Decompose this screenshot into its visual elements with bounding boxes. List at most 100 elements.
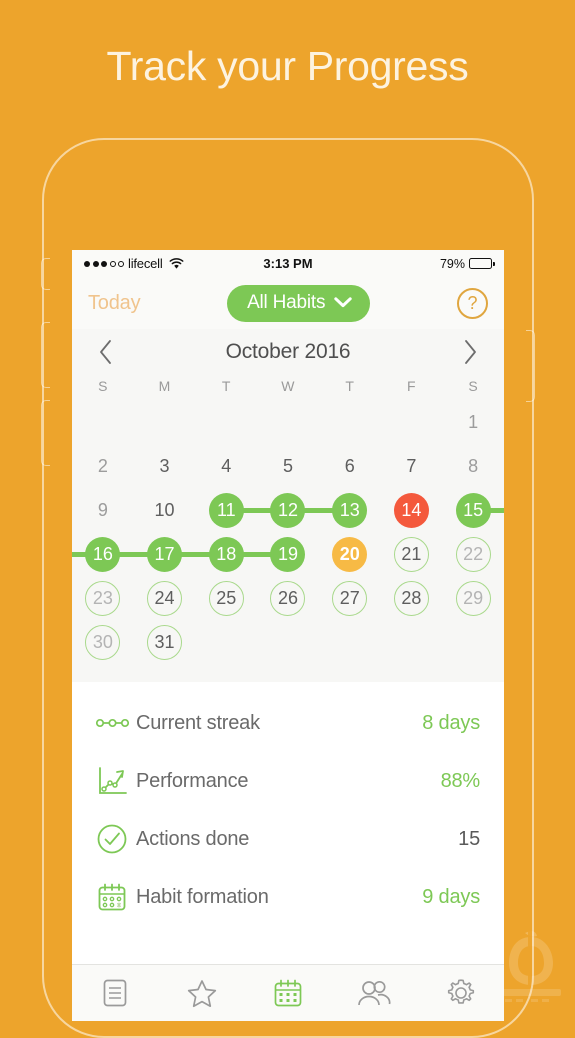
stat-label: Actions done bbox=[136, 827, 250, 850]
next-month-button[interactable] bbox=[462, 339, 478, 365]
calendar-day-cell[interactable]: 22 bbox=[442, 532, 504, 576]
stats-list: Current streak 8 days Performance 88% Ac… bbox=[72, 682, 504, 936]
help-icon: ? bbox=[467, 292, 478, 313]
stat-label: Current streak bbox=[136, 711, 260, 734]
help-button[interactable]: ? bbox=[457, 287, 488, 319]
calendar-day-cell[interactable]: 21 bbox=[381, 532, 443, 576]
calendar-day-cell[interactable]: 3 bbox=[134, 444, 196, 488]
calendar-day-label: 3 bbox=[159, 455, 170, 476]
calendar-day-label: 7 bbox=[406, 455, 417, 476]
calendar-day-label: 8 bbox=[468, 455, 479, 476]
habit-filter-label: All Habits bbox=[247, 291, 326, 313]
calendar-day-cell[interactable]: 24 bbox=[134, 576, 196, 620]
calendar-day-cell[interactable]: 6 bbox=[319, 444, 381, 488]
calendar-day-label: 14 bbox=[393, 492, 429, 528]
calendar-day-label: 9 bbox=[97, 499, 108, 520]
calendar-day-label: 11 bbox=[208, 492, 244, 528]
calendar-day-cell[interactable]: 14 bbox=[381, 488, 443, 532]
calendar-day-cell[interactable]: 5 bbox=[257, 444, 319, 488]
calendar-day-label: 5 bbox=[282, 455, 293, 476]
phone-power-button bbox=[526, 330, 535, 402]
calendar-week-row: 1 bbox=[72, 400, 504, 444]
tab-settings[interactable] bbox=[431, 971, 491, 1015]
calendar-day-cell[interactable]: 10 bbox=[134, 488, 196, 532]
calendar-day-cell[interactable]: 4 bbox=[195, 444, 257, 488]
calendar-day-label: 22 bbox=[455, 536, 491, 572]
dow-label: T bbox=[345, 378, 355, 394]
dow-label: S bbox=[468, 378, 478, 394]
dow-label: W bbox=[281, 378, 295, 394]
today-button[interactable]: Today bbox=[88, 292, 141, 315]
dow-label: S bbox=[98, 378, 108, 394]
calendar-day-cell[interactable]: 31 bbox=[134, 620, 196, 664]
calendar-day-cell[interactable]: 1 bbox=[442, 400, 504, 444]
calendar-day-cell bbox=[134, 400, 196, 444]
status-bar: lifecell 3:13 PM 79% bbox=[72, 250, 504, 277]
calendar-week-row: 2 3 4 5 6 7 8 bbox=[72, 444, 504, 488]
phone-volume-down-button bbox=[41, 400, 50, 466]
calendar-day-label: 28 bbox=[393, 580, 429, 616]
calendar-day-label: 12 bbox=[270, 492, 306, 528]
clock-label: 3:13 PM bbox=[263, 256, 313, 271]
stat-row-habit-formation[interactable]: Habit formation 9 days bbox=[72, 868, 504, 926]
calendar-day-label: 30 bbox=[85, 624, 121, 660]
stat-value: 15 bbox=[458, 827, 480, 850]
stat-row-performance[interactable]: Performance 88% bbox=[72, 752, 504, 810]
calendar-day-cell[interactable]: 28 bbox=[381, 576, 443, 620]
calendar-day-cell bbox=[319, 400, 381, 444]
calendar-icon bbox=[274, 979, 302, 1007]
calendar-day-label: 19 bbox=[270, 536, 306, 572]
tab-calendar[interactable] bbox=[258, 971, 318, 1015]
calendar-day-cell bbox=[381, 400, 443, 444]
calendar-day-cell[interactable]: 25 bbox=[195, 576, 257, 620]
calendar-day-label: 23 bbox=[85, 580, 121, 616]
stat-row-current-streak[interactable]: Current streak 8 days bbox=[72, 694, 504, 752]
calendar-day-cell[interactable]: 8 bbox=[442, 444, 504, 488]
calendar-day-cell bbox=[257, 620, 319, 664]
calendar-weeks: 1 2 3 4 5 6 7 8 9 10 11 12 13 14 15 16 17 18 19 20 21 22 23 24 2… bbox=[72, 400, 504, 664]
calendar-day-label: 18 bbox=[208, 536, 244, 572]
phone-screen: lifecell 3:13 PM 79% Today All Habits ? bbox=[72, 250, 504, 1021]
calendar-day-cell[interactable]: 9 bbox=[72, 488, 134, 532]
stat-label: Habit formation bbox=[136, 885, 269, 908]
dow-label: F bbox=[407, 378, 416, 394]
calendar-day-cell[interactable]: 23 bbox=[72, 576, 134, 620]
calendar-day-label: 20 bbox=[332, 536, 368, 572]
stat-row-actions-done[interactable]: Actions done 15 bbox=[72, 810, 504, 868]
calendar-day-cell bbox=[195, 620, 257, 664]
bottom-tab-bar bbox=[72, 964, 504, 1021]
calendar-day-cell[interactable]: 2 bbox=[72, 444, 134, 488]
dow-label: T bbox=[221, 378, 231, 394]
calendar-day-cell[interactable]: 30 bbox=[72, 620, 134, 664]
calendar-week-row: 9 10 11 12 13 14 15 bbox=[72, 488, 504, 532]
calendar-day-cell[interactable]: 29 bbox=[442, 576, 504, 620]
calendar-day-cell bbox=[195, 400, 257, 444]
battery-icon bbox=[469, 258, 495, 269]
calendar-day-label: 13 bbox=[332, 492, 368, 528]
tab-community[interactable] bbox=[344, 971, 404, 1015]
stat-value: 9 days bbox=[422, 885, 480, 908]
tab-favorites[interactable] bbox=[172, 971, 232, 1015]
calendar-week-row: 16 17 18 19 20 21 22 bbox=[72, 532, 504, 576]
calendar-day-cell bbox=[442, 620, 504, 664]
calendar-day-cell[interactable]: 7 bbox=[381, 444, 443, 488]
calendar-day-cell[interactable]: 26 bbox=[257, 576, 319, 620]
tab-list[interactable] bbox=[85, 971, 145, 1015]
phone-volume-up-button bbox=[41, 322, 50, 388]
calendar-day-cell bbox=[72, 400, 134, 444]
calendar-day-label: 4 bbox=[221, 455, 232, 476]
calendar-day-cell bbox=[381, 620, 443, 664]
calendar-day-cell[interactable]: 27 bbox=[319, 576, 381, 620]
calendar-day-label: 10 bbox=[154, 499, 175, 520]
calendar-day-label: 1 bbox=[468, 411, 479, 432]
nav-bar: Today All Habits ? bbox=[72, 277, 504, 329]
previous-month-button[interactable] bbox=[98, 339, 114, 365]
stat-label: Performance bbox=[136, 769, 249, 792]
calendar-day-label: 24 bbox=[147, 580, 183, 616]
calendar-day-label: 6 bbox=[344, 455, 355, 476]
streak-chain-icon bbox=[96, 716, 136, 730]
habit-filter-dropdown[interactable]: All Habits bbox=[227, 284, 371, 322]
calendar-day-cell[interactable]: 20 bbox=[319, 532, 381, 576]
calendar-day-label: 29 bbox=[455, 580, 491, 616]
calendar-day-cell bbox=[319, 620, 381, 664]
